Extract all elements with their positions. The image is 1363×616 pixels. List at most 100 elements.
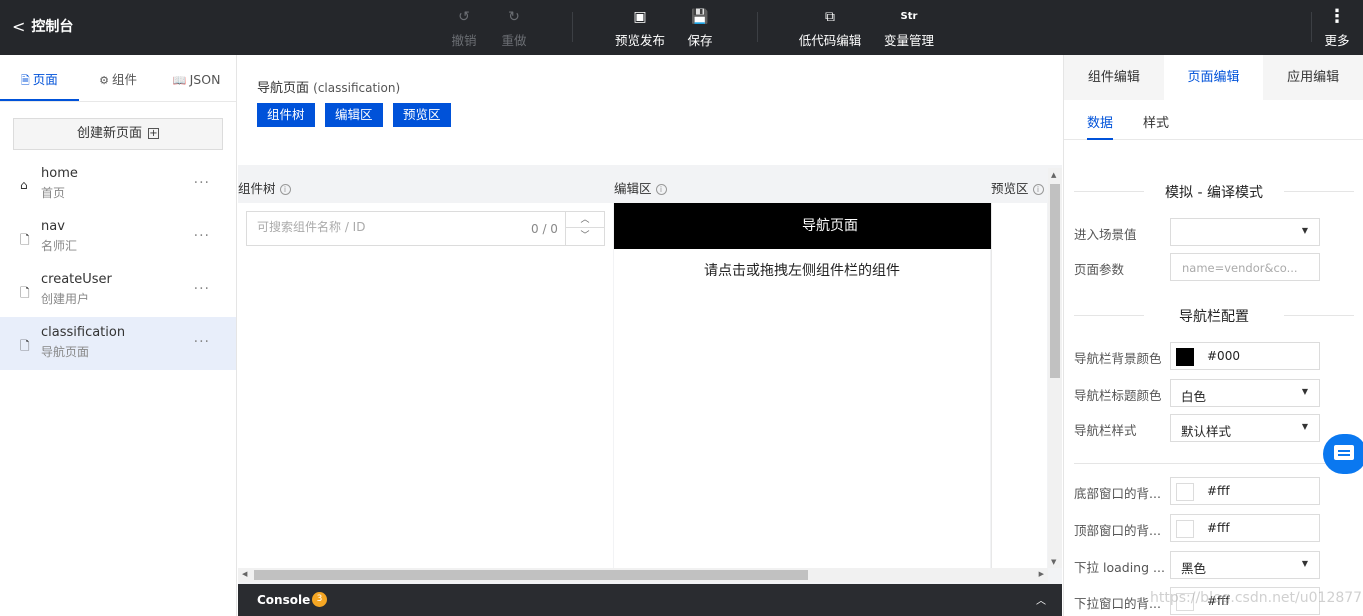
component-tree-panel: 0 / 0 ︿ ﹀ [238,203,613,568]
page-more-icon[interactable]: ··· [194,228,210,244]
component-search-input[interactable] [257,220,517,234]
scroll-down-icon[interactable]: ▼ [1051,558,1056,566]
scene-row: 进入场景值 ▼ [1074,218,1334,246]
pull-loading-row: 下拉 loading ... 黑色 ▼ [1074,551,1334,579]
nav-title-color-value: 白色 [1181,389,1207,404]
top-bg-row: 顶部窗口的背... #fff [1074,514,1334,542]
workspace: 导航页面 (classification) 组件树 编辑区 预览区 组件树 i 编… [238,55,1062,584]
bottom-bg-color-input[interactable]: #fff [1170,477,1320,505]
page-item-nav[interactable]: 🗋 nav 名师汇 ··· [0,211,236,264]
tab-app-edit[interactable]: 应用编辑 [1263,55,1363,100]
search-result-count: 0 / 0 [531,222,558,236]
back-to-console-button[interactable]: < 控制台 [12,16,73,36]
console-bar[interactable]: Console 3 ︿ [238,584,1062,616]
more-label: 更多 [1324,33,1350,48]
nav-style-row: 导航栏样式 默认样式 ▼ [1074,414,1334,442]
scene-label: 进入场景值 [1074,227,1137,242]
chevron-up-icon[interactable]: ︿ [566,212,604,228]
subtab-data[interactable]: 数据 [1087,112,1114,140]
tab-page-edit[interactable]: 页面编辑 [1163,55,1264,100]
code-edit-icon: ⧉ [825,9,835,25]
top-bg-value: #fff [1207,521,1230,535]
nav-style-select[interactable]: 默认样式 ▼ [1170,414,1320,442]
preview-icon: ▣ [633,9,647,25]
bottom-bg-row: 底部窗口的背... #fff [1074,477,1334,505]
toggle-preview-button[interactable]: 预览区 [393,103,451,127]
toggle-editor-button[interactable]: 编辑区 [325,103,383,127]
chat-feedback-button[interactable] [1323,434,1363,474]
save-icon: 💾 [691,9,709,25]
file-icon: 🗋 [20,233,30,247]
pull-loading-label: 下拉 loading ... [1074,560,1165,575]
subtab-style[interactable]: 样式 [1143,112,1169,131]
bottom-bg-label: 底部窗口的背... [1074,486,1161,501]
tab-pages[interactable]: 🗎 页面 [0,55,79,101]
page-more-icon[interactable]: ··· [194,334,210,350]
scroll-up-icon[interactable]: ▲ [1051,171,1056,179]
nav-title-color-row: 导航栏标题颜色 白色 ▼ [1074,379,1334,407]
page-item-createuser[interactable]: 🗋 createUser 创建用户 ··· [0,264,236,317]
redo-button[interactable]: ↻ 重做 [484,8,544,49]
tab-component-edit[interactable]: 组件编辑 [1064,55,1164,100]
scroll-left-icon[interactable]: ◀ [242,570,247,578]
tab-components[interactable]: ⚙ 组件 [79,55,158,101]
page-item-classification[interactable]: 🗋 classification 导航页面 ··· [0,317,236,370]
page-more-icon[interactable]: ··· [194,175,210,191]
preview-publish-button[interactable]: ▣ 预览发布 [610,8,670,49]
component-search: 0 / 0 ︿ ﹀ [246,211,605,246]
toggle-tree-button[interactable]: 组件树 [257,103,315,127]
left-sidebar: 🗎 页面 ⚙ 组件 📖 JSON 创建新页面 + ⌂ home 首页 ··· 🗋 nav… [0,55,237,616]
color-swatch[interactable] [1176,348,1194,366]
color-swatch[interactable] [1176,483,1194,501]
editor-canvas[interactable]: 导航页面 请点击或拖拽左侧组件栏的组件 [614,203,1046,568]
scroll-thumb[interactable] [254,570,808,580]
params-input[interactable]: name=vendor&co... [1170,253,1320,281]
nav-style-value: 默认样式 [1181,424,1232,439]
tree-panel-label: 组件树 i [238,178,291,197]
back-label: 控制台 [31,19,74,35]
info-icon[interactable]: i [279,184,291,195]
color-swatch[interactable] [1176,520,1194,538]
chat-icon [1334,445,1354,460]
info-icon[interactable]: i [655,184,667,195]
more-icon: ⋮ [1328,6,1346,27]
pull-loading-value: 黑色 [1181,561,1207,576]
pull-loading-select[interactable]: 黑色 ▼ [1170,551,1320,579]
page-item-home[interactable]: ⌂ home 首页 ··· [0,158,236,211]
save-button[interactable]: 💾 保存 [670,8,730,49]
vertical-scrollbar[interactable]: ▲ ▼ [1048,168,1062,568]
plus-square-icon: + [148,128,159,139]
variable-icon: Str [900,11,918,22]
scroll-right-icon[interactable]: ▶ [1039,570,1044,578]
more-button[interactable]: ⋮ 更多 [1312,8,1362,49]
scene-select[interactable]: ▼ [1170,218,1320,246]
editor-hint: 请点击或拖拽左侧组件栏的组件 [704,263,900,279]
nav-title-color-select[interactable]: 白色 ▼ [1170,379,1320,407]
chevron-up-icon[interactable]: ︿ [1036,592,1046,607]
page-title-text: 导航页面 [257,81,310,96]
top-toolbar: < 控制台 ↺ 撤销 ↻ 重做 ▣ 预览发布 💾 保存 ⧉ 低代码编辑 Str … [0,0,1363,55]
params-placeholder: name=vendor&co... [1182,261,1298,275]
variable-manage-button[interactable]: Str 变量管理 [879,8,939,49]
tab-json-label: JSON [189,72,221,87]
chevron-down-icon[interactable]: ﹀ [566,228,604,244]
low-code-edit-button[interactable]: ⧉ 低代码编辑 [796,8,864,49]
section-compile-mode: 模拟 - 编译模式 [1074,182,1354,202]
create-page-label: 创建新页面 [76,126,142,141]
scroll-thumb[interactable] [1050,184,1060,378]
top-bg-color-input[interactable]: #fff [1170,514,1320,542]
tab-json[interactable]: 📖 JSON [157,55,236,101]
page-title-id: (classification) [313,81,401,95]
save-label: 保存 [687,33,713,48]
preview-panel-title: 预览区 [991,181,1029,196]
horizontal-scrollbar[interactable]: ◀ ▶ [238,568,1048,582]
file-icon: 🗋 [20,286,30,300]
left-tabs: 🗎 页面 ⚙ 组件 📖 JSON [0,55,236,102]
toolbar-divider [572,12,573,42]
info-icon[interactable]: i [1032,184,1044,195]
nav-bg-color-input[interactable]: #000 [1170,342,1320,370]
page-more-icon[interactable]: ··· [194,281,210,297]
params-label: 页面参数 [1074,262,1125,277]
nav-style-label: 导航栏样式 [1074,423,1137,438]
create-page-button[interactable]: 创建新页面 + [13,118,223,150]
